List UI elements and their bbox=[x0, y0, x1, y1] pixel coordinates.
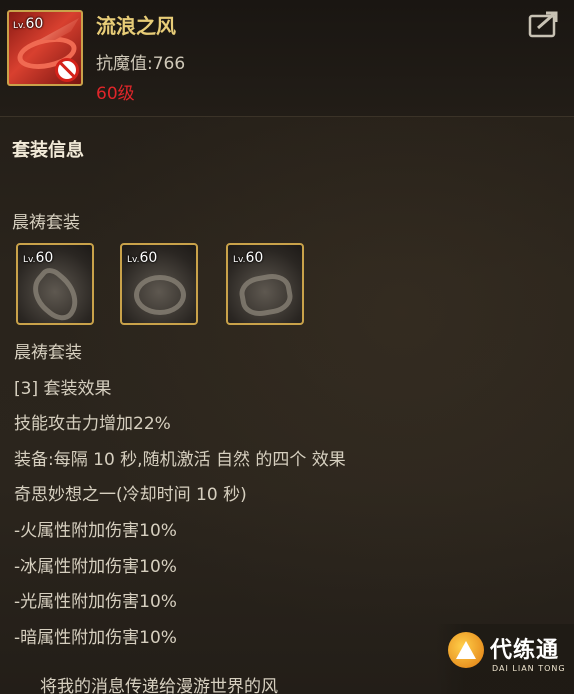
description-line: [3] 套装效果 bbox=[14, 378, 112, 399]
watermark: 代练通 DAI LIAN TONG bbox=[436, 624, 574, 694]
set-piece-slot[interactable]: Lv.60 bbox=[120, 243, 198, 325]
prohibited-icon bbox=[55, 58, 79, 82]
chain-necklace-icon bbox=[134, 275, 186, 315]
level-value: 60 bbox=[35, 250, 54, 266]
level-prefix: Lv. bbox=[233, 255, 246, 265]
set-piece-slot[interactable]: Lv.60 bbox=[16, 243, 94, 325]
description-line: -冰属性附加伤害10% bbox=[14, 556, 177, 577]
item-stat: 抗魔值:766 bbox=[96, 54, 186, 74]
winged-ring-icon bbox=[236, 270, 296, 320]
watermark-subtext: DAI LIAN TONG bbox=[492, 664, 566, 673]
item-header: Lv.60 流浪之风 抗魔值:766 60级 bbox=[0, 0, 574, 117]
flavor-text: 将我的消息传递给漫游世界的风 bbox=[40, 677, 278, 694]
description-line: 奇思妙想之一(冷却时间 10 秒) bbox=[14, 485, 247, 506]
level-requirement: 60级 bbox=[96, 84, 135, 104]
wrist-gauntlet-icon bbox=[23, 262, 89, 323]
piece-level-badge: Lv.60 bbox=[233, 250, 263, 266]
item-name: 流浪之风 bbox=[96, 14, 176, 38]
share-icon[interactable] bbox=[528, 10, 560, 38]
level-prefix: Lv. bbox=[13, 21, 26, 31]
item-level-badge: Lv.60 bbox=[13, 16, 43, 32]
level-prefix: Lv. bbox=[23, 255, 36, 265]
level-value: 60 bbox=[245, 250, 264, 266]
level-value: 60 bbox=[25, 16, 44, 32]
description-line: -光属性附加伤害10% bbox=[14, 592, 177, 613]
watermark-text: 代练通 bbox=[490, 638, 560, 663]
set-name: 晨祷套装 bbox=[12, 213, 80, 233]
set-piece-slot[interactable]: Lv.60 bbox=[226, 243, 304, 325]
level-value: 60 bbox=[139, 250, 158, 266]
wing-decoration bbox=[39, 18, 79, 40]
description-line: -火属性附加伤害10% bbox=[14, 520, 177, 541]
description-line: 晨祷套装 bbox=[14, 343, 82, 363]
item-tooltip-panel: Lv.60 流浪之风 抗魔值:766 60级 套装信息 晨祷套装 Lv.60 L… bbox=[0, 0, 574, 694]
brand-logo-icon bbox=[448, 632, 484, 668]
set-effect-description: 晨祷套装 [3] 套装效果 技能攻击力增加22% 装备:每隔 10 秒,随机激活… bbox=[14, 338, 346, 658]
description-line: 技能攻击力增加22% bbox=[14, 414, 171, 435]
set-info-title: 套装信息 bbox=[12, 140, 84, 161]
item-icon[interactable]: Lv.60 bbox=[7, 10, 83, 86]
description-line: 装备:每隔 10 秒,随机激活 自然 的四个 效果 bbox=[14, 449, 346, 470]
level-prefix: Lv. bbox=[127, 255, 140, 265]
piece-level-badge: Lv.60 bbox=[127, 250, 157, 266]
description-line: -暗属性附加伤害10% bbox=[14, 627, 177, 648]
piece-level-badge: Lv.60 bbox=[23, 250, 53, 266]
